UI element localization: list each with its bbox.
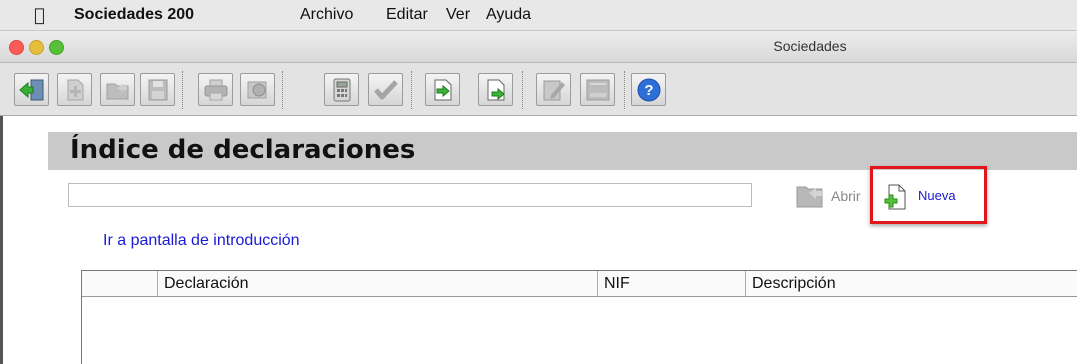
open-button-label[interactable]: Abrir [831,188,861,204]
column-header-nif[interactable]: NIF [597,271,745,296]
window-title: Sociedades [773,38,847,54]
column-header-index[interactable] [82,271,157,296]
svg-text:?: ? [644,82,653,99]
new-doc-button[interactable] [57,73,92,106]
calculator-icon [333,78,351,102]
zoom-window-button[interactable] [49,40,64,55]
save-disk-icon [148,79,168,101]
toolbar-separator [522,71,523,109]
menu-editar[interactable]: Editar [386,6,428,24]
print-button[interactable] [198,73,233,106]
open-folder-icon [106,83,129,100]
open-button[interactable] [100,73,135,106]
help-button[interactable]: ? [631,73,666,106]
form-icon [586,79,610,101]
app-name-menu[interactable]: Sociedades 200 [74,6,194,24]
form-button[interactable] [580,73,615,106]
page-header: Índice de declaraciones [48,132,1077,170]
intro-screen-link[interactable]: Ir a pantalla de introducción [103,232,300,250]
close-window-button[interactable] [9,40,24,55]
search-input[interactable] [68,183,752,207]
exit-button[interactable] [14,73,49,106]
toolbar-separator [411,71,412,109]
minimize-window-button[interactable] [29,40,44,55]
export-button[interactable] [478,73,513,106]
import-button[interactable] [425,73,460,106]
page-title: Índice de declaraciones [70,135,416,165]
open-folder-icon[interactable] [796,181,826,209]
print-icon [204,79,228,101]
edit-icon [543,80,565,101]
help-icon: ? [637,78,661,102]
menu-ver[interactable]: Ver [446,6,470,24]
declarations-table: Declaración NIF Descripción [81,270,1077,364]
column-header-declaracion[interactable]: Declaración [157,271,597,296]
export-icon [487,79,505,101]
checkmark-icon [374,80,398,100]
toolbar-separator [282,71,283,109]
window-title-bar: Sociedades [0,31,1077,63]
menu-ayuda[interactable]: Ayuda [486,6,531,24]
validate-button[interactable] [368,73,403,106]
column-header-descripcion[interactable]: Descripción [745,271,1077,296]
menu-bar:  Sociedades 200 Archivo Editar Ver Ayud… [0,0,1077,31]
new-button-label[interactable]: Nueva [918,188,956,203]
table-header: Declaración NIF Descripción [82,271,1077,297]
new-document-icon[interactable] [882,184,908,210]
toolbar-separator [182,71,183,109]
new-document-icon [67,79,84,101]
toolbar: ? [0,63,1077,116]
calculator-button[interactable] [324,73,359,106]
apple-icon[interactable]:  [34,5,45,26]
preview-icon [247,81,267,99]
import-icon [434,79,452,101]
menu-archivo[interactable]: Archivo [300,6,353,24]
toolbar-separator [624,71,625,109]
save-button[interactable] [140,73,175,106]
preview-button[interactable] [240,73,275,106]
exit-door-icon [19,79,44,101]
edit-button[interactable] [536,73,571,106]
